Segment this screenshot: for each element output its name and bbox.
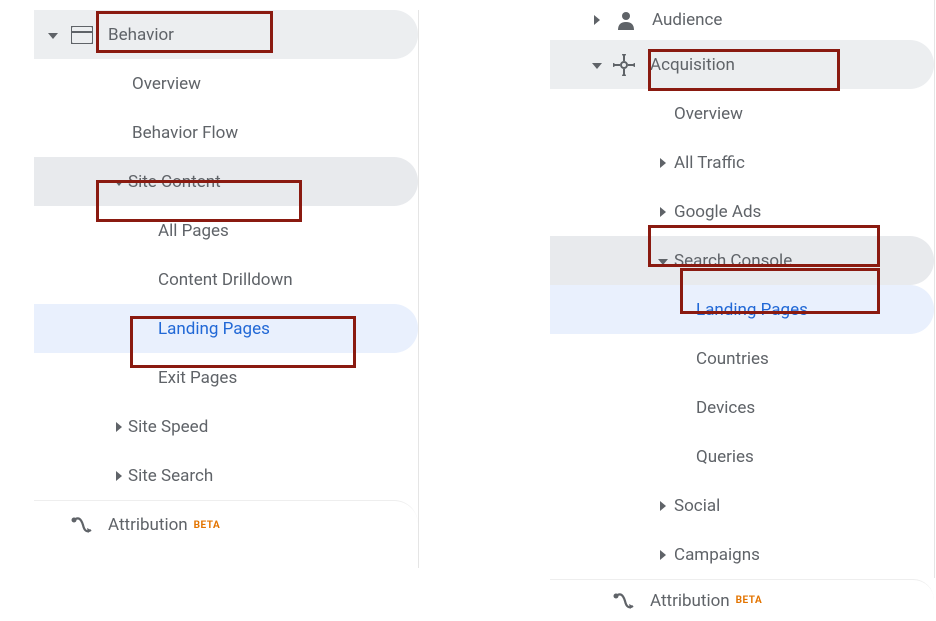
nav-all-pages[interactable]: All Pages: [34, 206, 418, 255]
nav-site-speed[interactable]: Site Speed: [34, 402, 418, 451]
nav-sc-queries[interactable]: Queries: [550, 432, 934, 481]
audience-icon: [614, 8, 638, 32]
nav-attribution[interactable]: Attribution BETA: [34, 500, 418, 549]
nav-behavior-flow[interactable]: Behavior Flow: [34, 108, 418, 157]
expand-arrow-icon: [114, 471, 124, 481]
nav-google-ads[interactable]: Google Ads: [550, 187, 934, 236]
nav-behavior-label: Behavior: [108, 25, 174, 45]
nav-panel-behavior: Behavior Overview Behavior Flow Site Con…: [34, 10, 419, 568]
expand-arrow-icon: [592, 15, 602, 25]
nav-search-console[interactable]: Search Console: [550, 236, 934, 285]
expand-arrow-icon: [658, 501, 668, 511]
expand-arrow-icon: [114, 422, 124, 432]
nav-sc-countries[interactable]: Countries: [550, 334, 934, 383]
nav-sc-landing-pages[interactable]: Landing Pages: [550, 285, 934, 334]
expand-arrow-icon: [658, 207, 668, 217]
nav-behavior-overview[interactable]: Overview: [34, 59, 418, 108]
nav-all-traffic[interactable]: All Traffic: [550, 138, 934, 187]
nav-sc-devices[interactable]: Devices: [550, 383, 934, 432]
attribution-icon: [70, 513, 94, 537]
behavior-icon: [70, 23, 94, 47]
nav-acquisition[interactable]: Acquisition: [550, 40, 934, 89]
nav-landing-pages[interactable]: Landing Pages: [34, 304, 418, 353]
collapse-arrow-icon: [592, 60, 602, 70]
collapse-arrow-icon: [114, 177, 124, 187]
nav-exit-pages[interactable]: Exit Pages: [34, 353, 418, 402]
nav-content-drilldown[interactable]: Content Drilldown: [34, 255, 418, 304]
nav-acq-overview[interactable]: Overview: [550, 89, 934, 138]
nav-audience[interactable]: Audience: [550, 0, 934, 40]
nav-site-content[interactable]: Site Content: [34, 157, 418, 206]
expand-arrow-icon: [658, 158, 668, 168]
attribution-icon: [612, 589, 636, 613]
nav-behavior[interactable]: Behavior: [34, 10, 418, 59]
nav-social[interactable]: Social: [550, 481, 934, 530]
collapse-arrow-icon: [48, 30, 58, 40]
beta-badge: BETA: [736, 595, 763, 606]
nav-campaigns[interactable]: Campaigns: [550, 530, 934, 579]
expand-arrow-icon: [658, 550, 668, 560]
nav-site-search[interactable]: Site Search: [34, 451, 418, 500]
collapse-arrow-icon: [658, 256, 668, 266]
beta-badge: BETA: [194, 520, 221, 531]
nav-attribution-right[interactable]: Attribution BETA: [550, 579, 934, 621]
nav-panel-acquisition: Audience Acquisition Overview All Traffi…: [550, 0, 935, 578]
acquisition-icon: [612, 53, 636, 77]
